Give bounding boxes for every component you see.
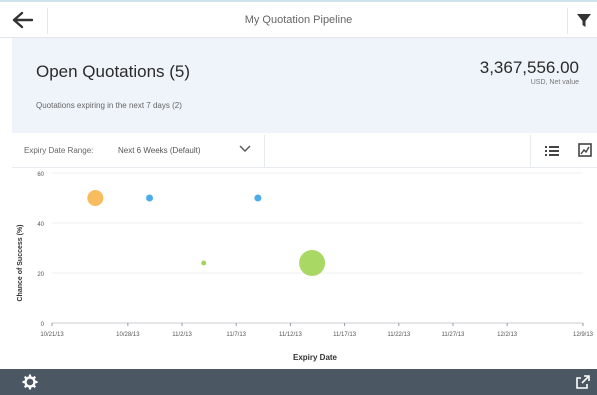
chevron-down-icon[interactable] bbox=[239, 144, 251, 154]
bubble-chart: 0 20 40 60 10/21/13 10/28/13 11/2/13 11/7/13 11… bbox=[17, 172, 594, 362]
y-tick-label: 40 bbox=[37, 222, 44, 228]
gear-icon[interactable] bbox=[22, 374, 38, 390]
data-point[interactable] bbox=[201, 260, 207, 266]
expiring-subtext[interactable]: Quotations expiring in the next 7 days (… bbox=[36, 101, 182, 110]
x-tick-label: 11/2/13 bbox=[172, 332, 192, 338]
x-axis-label: Expiry Date bbox=[293, 353, 338, 362]
y-tick-label: 0 bbox=[41, 322, 45, 328]
data-point[interactable] bbox=[254, 194, 262, 202]
footer-bar bbox=[0, 369, 597, 395]
y-tick-label: 20 bbox=[37, 272, 44, 278]
range-select[interactable]: Next 6 Weeks (Default) bbox=[118, 146, 201, 155]
top-bar: My Quotation Pipeline bbox=[0, 0, 597, 38]
data-point[interactable] bbox=[299, 250, 326, 276]
list-view-icon[interactable] bbox=[545, 145, 559, 157]
page-title: Open Quotations (5) bbox=[36, 62, 191, 81]
amount-unit: USD, Net value bbox=[530, 79, 579, 86]
x-tick-label: 10/28/13 bbox=[116, 332, 140, 338]
data-point[interactable] bbox=[87, 190, 104, 206]
y-tick-label: 60 bbox=[37, 172, 44, 178]
divider bbox=[567, 8, 568, 34]
x-tick-label: 11/22/13 bbox=[387, 332, 411, 338]
divider bbox=[530, 135, 531, 167]
data-point[interactable] bbox=[146, 194, 154, 202]
total-amount: 3,367,556.00 bbox=[479, 58, 579, 77]
x-tick-label: 11/7/13 bbox=[226, 332, 246, 338]
x-tick-label: 11/27/13 bbox=[441, 332, 465, 338]
x-tick-label: 12/9/13 bbox=[573, 332, 594, 338]
x-tick-label: 11/17/13 bbox=[333, 332, 357, 338]
x-tick-label: 11/12/13 bbox=[279, 332, 303, 338]
filter-icon[interactable] bbox=[575, 11, 593, 29]
y-axis-label: Chance of Success (%) bbox=[17, 224, 24, 301]
summary-header: Open Quotations (5) 3,367,556.00 USD, Ne… bbox=[12, 38, 597, 133]
range-label: Expiry Date Range: bbox=[24, 146, 94, 155]
x-tick-label: 12/2/13 bbox=[497, 332, 518, 338]
app-title: My Quotation Pipeline bbox=[244, 14, 353, 26]
divider bbox=[264, 135, 265, 167]
x-tick-label: 10/21/13 bbox=[40, 332, 64, 338]
share-icon[interactable] bbox=[576, 375, 590, 389]
chart-view-icon[interactable] bbox=[578, 143, 592, 157]
chart-toolbar: Expiry Date Range: Next 6 Weeks (Default… bbox=[12, 135, 597, 168]
